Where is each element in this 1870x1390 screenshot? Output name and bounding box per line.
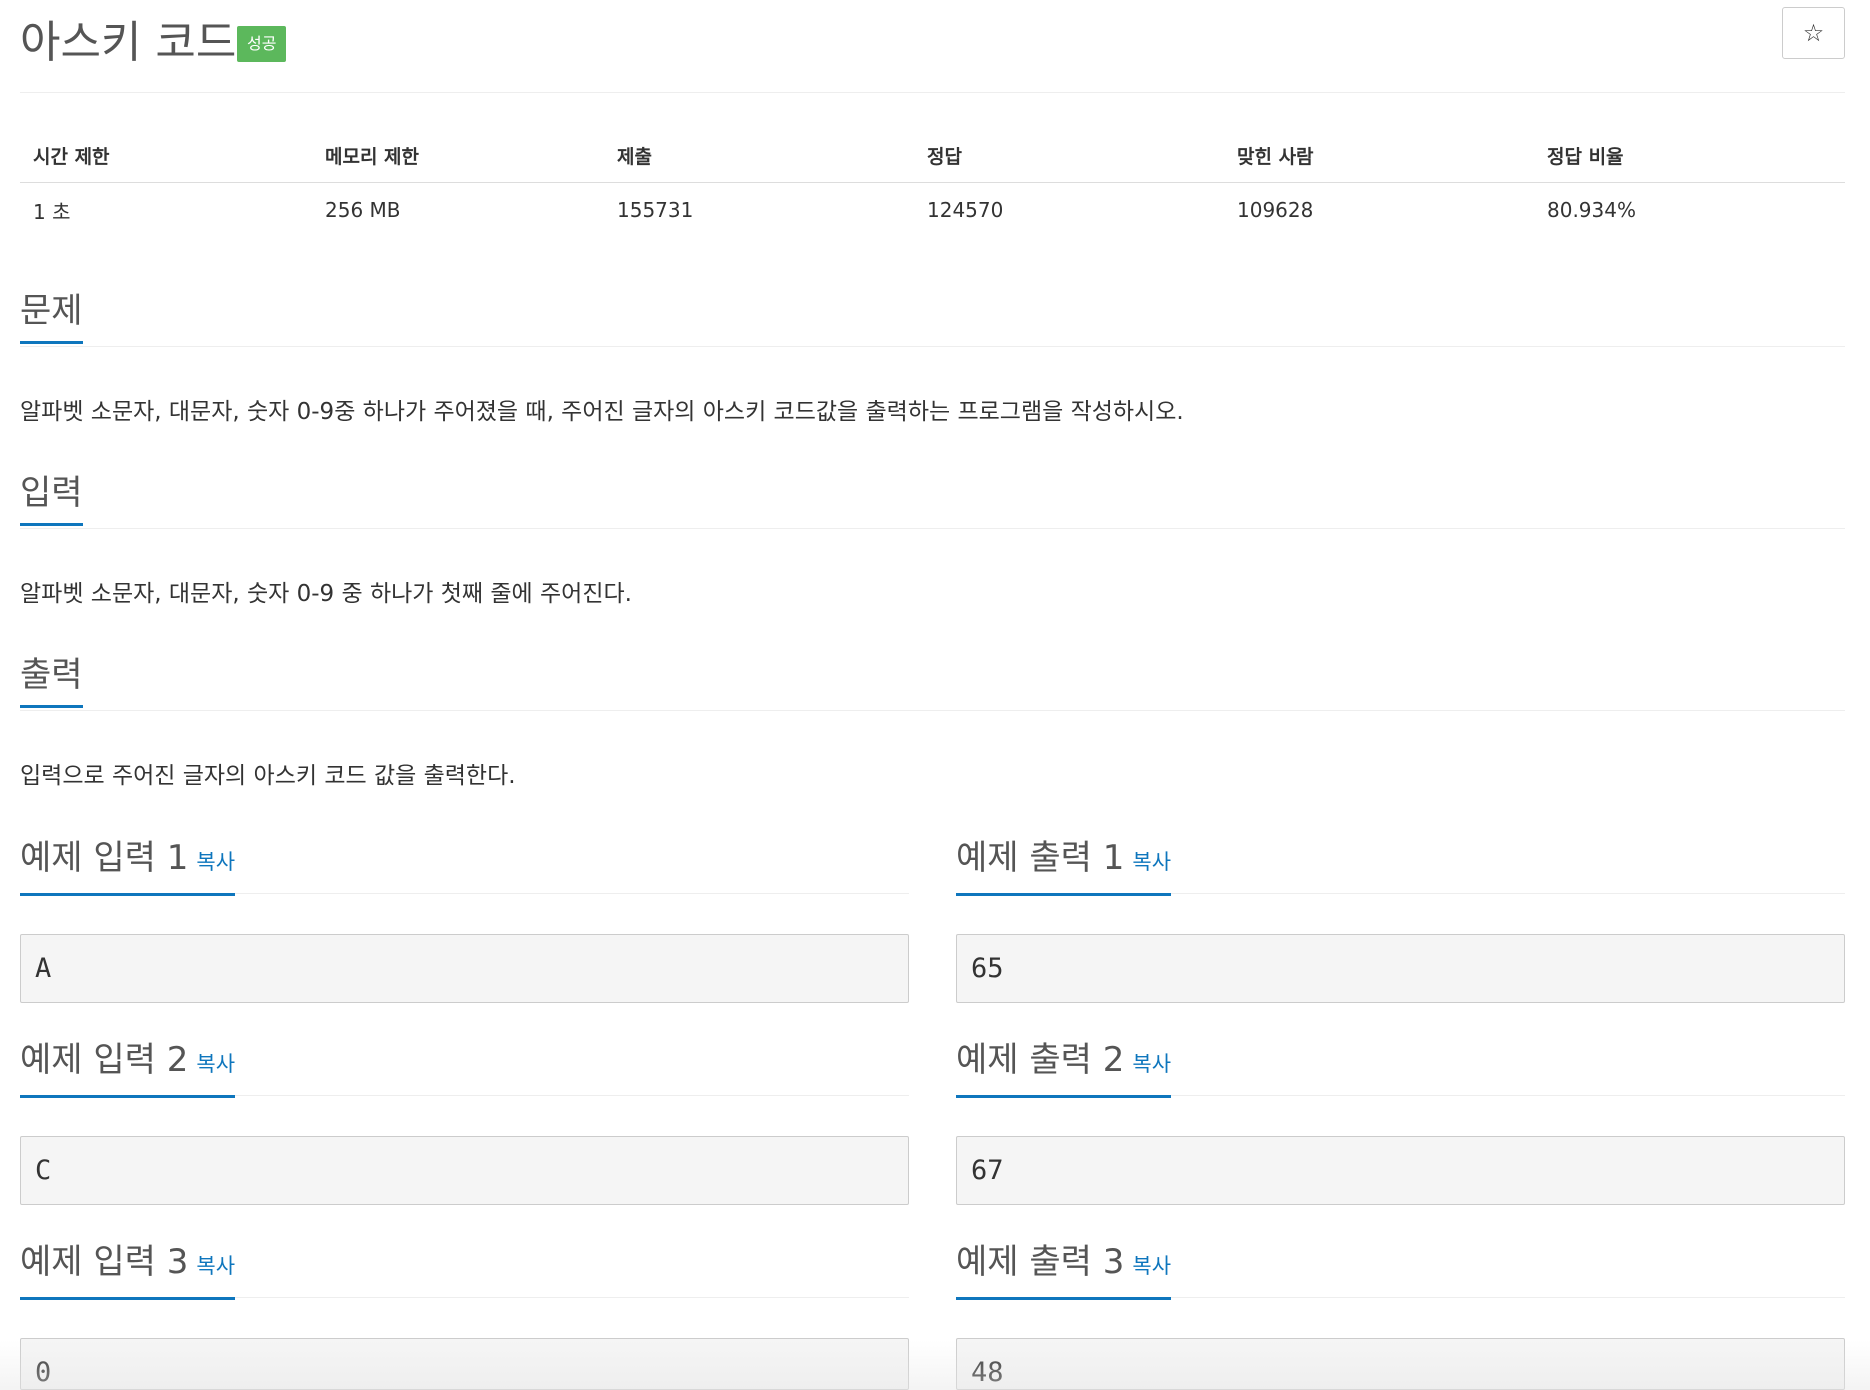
input-section: 입력 알파벳 소문자, 대문자, 숫자 0-9 중 하나가 첫째 줄에 주어진다…	[20, 471, 1845, 607]
copy-button[interactable]: 복사	[196, 850, 235, 874]
sample-output-label: 예제 출력 3 복사	[956, 1240, 1172, 1300]
sample-output-title: 예제 출력 1	[956, 838, 1125, 878]
problem-title: 아스키 코드	[20, 17, 237, 68]
page-header: 아스키 코드 성공 ☆	[20, 0, 1845, 93]
sample-input-1: 예제 입력 1 복사 A	[20, 836, 909, 1003]
sample-input-label: 예제 입력 2 복사	[20, 1038, 236, 1098]
output-heading: 출력	[20, 653, 83, 708]
star-icon: ☆	[1802, 19, 1825, 47]
info-memory-limit: 256 MB	[325, 198, 401, 223]
sample-output-box[interactable]: 67	[956, 1136, 1845, 1205]
sample-output-box[interactable]: 65	[956, 934, 1845, 1003]
description-headline: 문제	[20, 289, 1845, 347]
output-headline: 출력	[20, 653, 1845, 711]
info-time-limit: 1 초	[33, 199, 71, 224]
input-heading: 입력	[20, 471, 83, 526]
sample-output-headline: 예제 출력 1 복사	[956, 836, 1845, 896]
info-header-submissions: 제출	[604, 130, 914, 183]
sample-input-headline: 예제 입력 2 복사	[20, 1038, 909, 1098]
sample-output-3: 예제 출력 3 복사 48	[956, 1240, 1845, 1390]
output-section: 출력 입력으로 주어진 글자의 아스키 코드 값을 출력한다.	[20, 653, 1845, 789]
sample-input-title: 예제 입력 1	[20, 838, 189, 878]
info-header-row: 시간 제한 메모리 제한 제출 정답 맞힌 사람 정답 비율	[20, 130, 1845, 183]
sample-output-title: 예제 출력 3	[956, 1242, 1125, 1282]
sample-input-box[interactable]: A	[20, 934, 909, 1003]
sample-input-3: 예제 입력 3 복사 0	[20, 1240, 909, 1390]
sample-input-box[interactable]: 0	[20, 1338, 909, 1390]
sample-output-1: 예제 출력 1 복사 65	[956, 836, 1845, 1003]
sample-input-title: 예제 입력 2	[20, 1040, 189, 1080]
sample-input-headline: 예제 입력 1 복사	[20, 836, 909, 896]
copy-button[interactable]: 복사	[1132, 850, 1171, 874]
description-section: 문제 알파벳 소문자, 대문자, 숫자 0-9중 하나가 주어졌을 때, 주어진…	[20, 289, 1845, 425]
output-text: 입력으로 주어진 글자의 아스키 코드 값을 출력한다.	[20, 763, 516, 789]
problem-page: 아스키 코드 성공 ☆ 시간 제한 메모리 제한 제출 정답 맞힌 사람 정답 …	[20, 0, 1845, 1390]
status-badge: 성공	[237, 26, 287, 62]
sample-output-title: 예제 출력 2	[956, 1040, 1125, 1080]
description-text: 알파벳 소문자, 대문자, 숫자 0-9중 하나가 주어졌을 때, 주어진 글자…	[20, 399, 1184, 425]
sample-input-box[interactable]: C	[20, 1136, 909, 1205]
info-header-ratio: 정답 비율	[1534, 130, 1845, 183]
info-value-row: 1 초 256 MB 155731 124570 109628 80.934%	[20, 182, 1845, 238]
info-accepted: 124570	[927, 198, 1004, 223]
star-button[interactable]: ☆	[1782, 7, 1845, 59]
info-solvers: 109628	[1237, 198, 1314, 223]
sample-output-headline: 예제 출력 3 복사	[956, 1240, 1845, 1300]
info-header-solvers: 맞힌 사람	[1224, 130, 1534, 183]
sample-input-label: 예제 입력 1 복사	[20, 836, 236, 896]
info-header-accepted: 정답	[914, 130, 1224, 183]
problem-info-table: 시간 제한 메모리 제한 제출 정답 맞힌 사람 정답 비율 1 초 256 M…	[20, 130, 1845, 238]
sample-input-headline: 예제 입력 3 복사	[20, 1240, 909, 1300]
sample-output-headline: 예제 출력 2 복사	[956, 1038, 1845, 1098]
sample-output-label: 예제 출력 2 복사	[956, 1038, 1172, 1098]
info-submissions: 155731	[617, 198, 694, 223]
description-heading: 문제	[20, 289, 83, 344]
sample-output-2: 예제 출력 2 복사 67	[956, 1038, 1845, 1205]
info-header-memory-limit: 메모리 제한	[312, 130, 604, 183]
input-headline: 입력	[20, 471, 1845, 529]
info-ratio: 80.934%	[1547, 198, 1636, 223]
copy-button[interactable]: 복사	[196, 1254, 235, 1278]
info-header-time-limit: 시간 제한	[20, 130, 312, 183]
sample-input-2: 예제 입력 2 복사 C	[20, 1038, 909, 1205]
copy-button[interactable]: 복사	[196, 1052, 235, 1076]
copy-button[interactable]: 복사	[1132, 1052, 1171, 1076]
sample-output-label: 예제 출력 1 복사	[956, 836, 1172, 896]
input-text: 알파벳 소문자, 대문자, 숫자 0-9 중 하나가 첫째 줄에 주어진다.	[20, 581, 632, 607]
sample-output-box[interactable]: 48	[956, 1338, 1845, 1390]
sample-input-title: 예제 입력 3	[20, 1242, 189, 1282]
sample-input-label: 예제 입력 3 복사	[20, 1240, 236, 1300]
copy-button[interactable]: 복사	[1132, 1254, 1171, 1278]
